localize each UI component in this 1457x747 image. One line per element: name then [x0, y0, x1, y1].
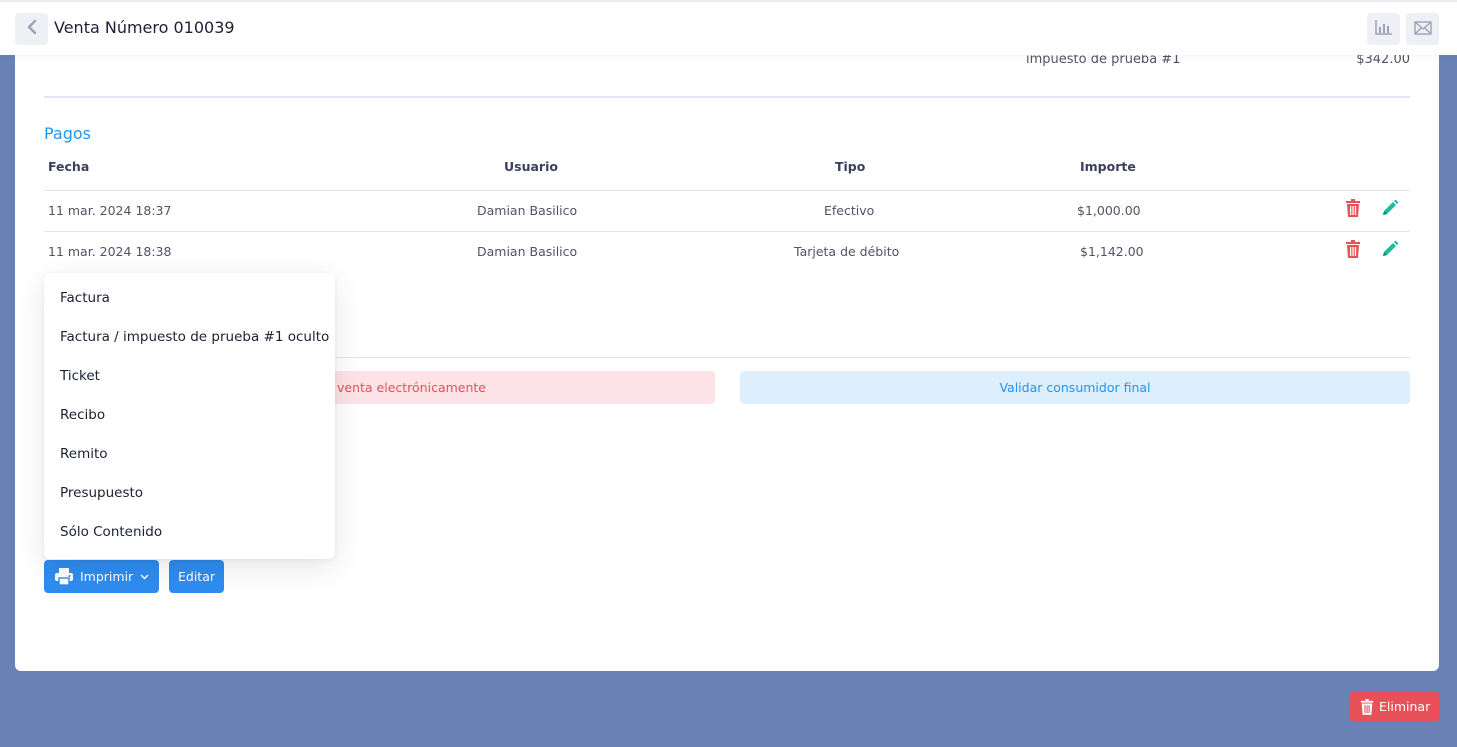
payment-user: Damian Basilico: [477, 203, 578, 218]
edit-button[interactable]: Editar: [169, 560, 224, 593]
section-divider: [44, 96, 1410, 98]
trash-icon: [1360, 698, 1374, 715]
payment-type: Tarjeta de débito: [794, 244, 900, 259]
payment-amount: $1,142.00: [1080, 244, 1144, 259]
delete-payment-button[interactable]: [1343, 199, 1363, 221]
top-bar: Venta Número 010039: [0, 0, 1457, 55]
payment-type: Efectivo: [824, 203, 875, 218]
edit-label: Editar: [177, 569, 215, 584]
menu-item-factura-impuesto-oculto[interactable]: Factura / impuesto de prueba #1 oculto: [60, 329, 329, 345]
edit-payment-button[interactable]: [1380, 240, 1400, 262]
delete-label: Eliminar: [1379, 699, 1431, 714]
printer-icon: [55, 568, 73, 585]
menu-item-factura[interactable]: Factura: [60, 290, 110, 306]
table-divider: [44, 231, 1410, 232]
mail-button[interactable]: [1406, 13, 1439, 45]
column-header-usuario: Usuario: [504, 159, 558, 174]
stats-button[interactable]: [1367, 13, 1400, 45]
validate-consumer-label: Validar consumidor final: [999, 380, 1151, 395]
validate-consumer-button[interactable]: Validar consumidor final: [740, 371, 1410, 404]
chevron-left-icon: [26, 19, 38, 39]
payments-title: Pagos: [44, 124, 92, 143]
column-header-importe: Importe: [1080, 159, 1136, 174]
delete-sale-button[interactable]: Eliminar: [1350, 691, 1439, 722]
print-dropdown-menu: Factura Factura / impuesto de prueba #1 …: [44, 273, 335, 559]
pencil-icon: [1381, 240, 1399, 262]
trash-icon: [1345, 199, 1361, 221]
electronic-invoice-text: venta electrónicamente: [337, 380, 486, 395]
bar-chart-icon: [1374, 19, 1393, 39]
page-title: Venta Número 010039: [54, 18, 235, 37]
payment-date: 11 mar. 2024 18:38: [48, 244, 172, 259]
print-label: Imprimir: [80, 569, 134, 584]
menu-item-presupuesto[interactable]: Presupuesto: [60, 485, 143, 501]
menu-item-solo-contenido[interactable]: Sólo Contenido: [60, 524, 162, 540]
table-divider: [44, 190, 1410, 191]
payment-user: Damian Basilico: [477, 244, 578, 259]
back-button[interactable]: [15, 13, 48, 45]
envelope-icon: [1413, 20, 1432, 39]
edit-payment-button[interactable]: [1380, 199, 1400, 221]
delete-payment-button[interactable]: [1343, 240, 1363, 262]
menu-item-recibo[interactable]: Recibo: [60, 407, 105, 423]
trash-icon: [1345, 240, 1361, 262]
payment-date: 11 mar. 2024 18:37: [48, 203, 172, 218]
menu-item-ticket[interactable]: Ticket: [60, 368, 100, 384]
column-header-fecha: Fecha: [48, 159, 90, 174]
column-header-tipo: Tipo: [835, 159, 866, 174]
payment-amount: $1,000.00: [1077, 203, 1141, 218]
menu-item-remito[interactable]: Remito: [60, 446, 108, 462]
chevron-down-icon: [140, 573, 149, 580]
pencil-icon: [1381, 199, 1399, 221]
print-button[interactable]: Imprimir: [44, 560, 159, 593]
